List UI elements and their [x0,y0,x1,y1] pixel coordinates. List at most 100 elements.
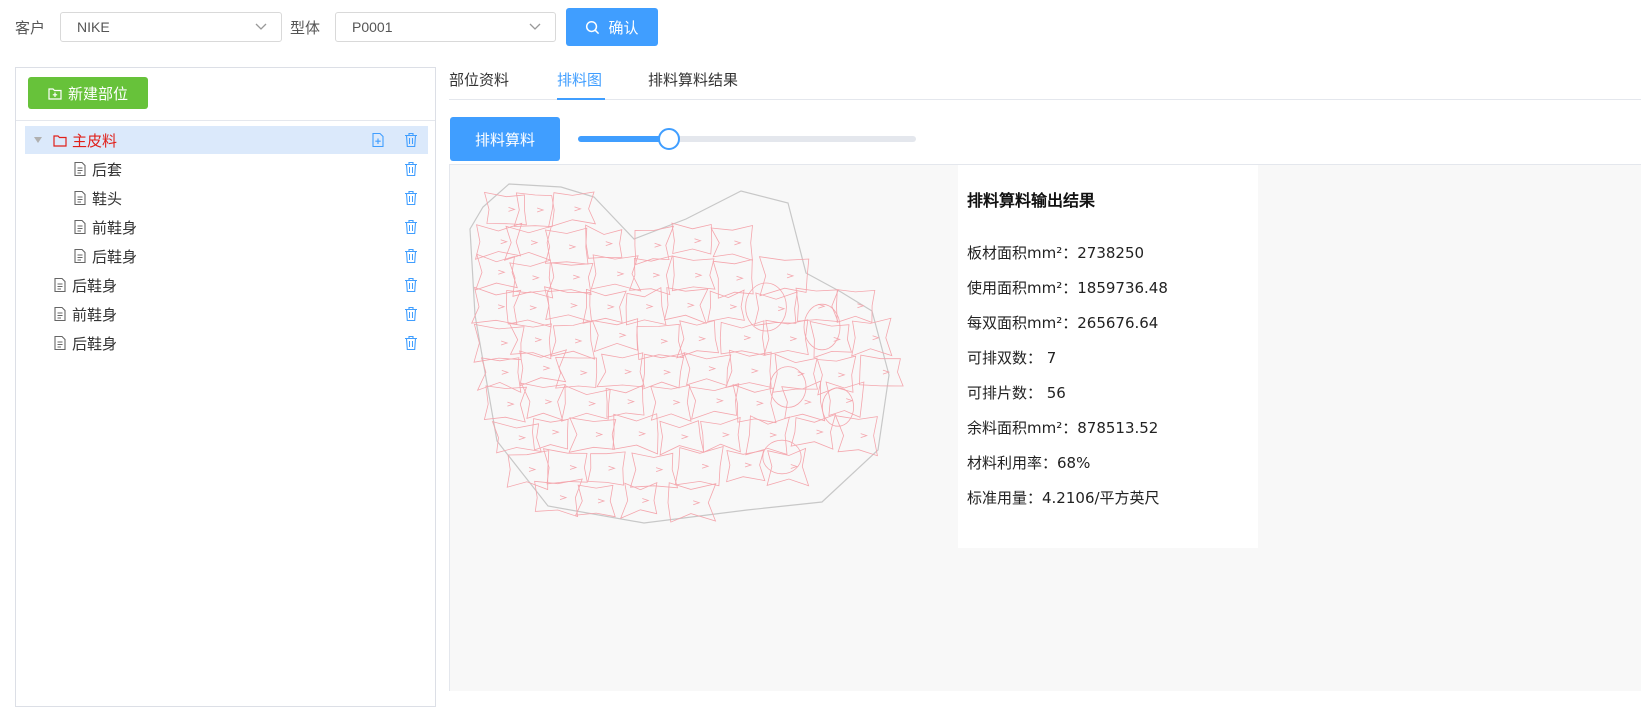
nesting-piece [674,445,724,487]
confirm-button-label: 确认 [608,18,639,37]
tab-calc-result[interactable]: 排料算料结果 [648,69,738,90]
delete-icon[interactable] [404,248,418,264]
delete-icon[interactable] [404,190,418,206]
delete-icon[interactable] [404,335,418,351]
tree-item-label: 主皮料 [72,132,118,150]
nesting-piece [605,384,645,418]
nesting-piece [859,354,904,387]
new-part-button[interactable]: 新建部位 [28,77,148,109]
piece-notch [744,462,753,468]
nesting-piece [483,191,527,226]
nesting-piece [762,439,802,475]
customer-select[interactable]: NIKE [60,12,282,42]
piece-notch [627,399,635,404]
piece-notch [573,274,581,280]
delete-icon[interactable] [404,277,418,293]
piece-notch [743,335,752,341]
result-line: 使用面积mm²：1859736.48 [967,279,1168,297]
piece-notch [698,336,707,342]
nesting-piece [667,482,717,523]
nesting-piece [725,349,772,389]
piece-notch [545,399,553,405]
piece-notch [722,432,730,438]
folder-add-icon [48,87,62,100]
delete-icon[interactable] [404,161,418,177]
tree-item[interactable]: 后鞋身 [25,329,428,357]
piece-notch [518,435,527,441]
nesting-piece [596,352,645,388]
piece-notch [529,305,538,311]
nesting-piece [825,381,865,418]
nesting-piece [663,287,709,324]
result-line: 每双面积mm²：265676.64 [967,314,1159,332]
customer-label: 客户 [15,19,46,37]
document-icon [54,335,66,351]
document-icon [74,161,86,177]
nesting-piece [688,383,740,420]
nesting-piece [732,383,777,424]
tree-item[interactable]: 主皮料 [25,126,428,154]
calc-layout-button[interactable]: 排料算料 [450,117,560,161]
delete-icon[interactable] [404,306,418,322]
chevron-down-icon [255,23,267,30]
piece-notch [605,241,614,246]
nesting-piece [763,319,809,356]
nesting-piece [475,253,518,291]
caret-down-icon[interactable] [33,135,43,145]
nesting-piece [745,415,790,456]
tree-item[interactable]: 后鞋身 [25,271,428,299]
nesting-piece [642,352,685,390]
piece-notch [498,269,506,275]
confirm-button[interactable]: 确认 [566,8,658,46]
piece-notch [736,275,744,281]
add-file-icon[interactable] [371,132,385,148]
tree-item[interactable]: 后套 [25,155,428,183]
tree-item[interactable]: 后鞋身 [25,242,428,270]
result-line: 标准用量：4.2106/平方英尺 [967,489,1160,507]
nesting-piece [790,413,836,450]
tree-item-label: 鞋头 [92,190,123,208]
nesting-piece [676,320,720,359]
piece-notch [751,368,759,374]
tree-item[interactable]: 前鞋身 [25,300,428,328]
nesting-piece [758,256,810,297]
calc-layout-button-label: 排料算料 [474,130,535,149]
nesting-layout-diagram [469,183,904,524]
piece-notch [574,338,583,344]
tree-item-label: 后鞋身 [92,248,138,266]
tree-item[interactable]: 鞋头 [25,184,428,212]
nesting-piece [587,451,626,486]
piece-notch [534,337,543,343]
piece-notch [663,369,672,375]
piece-notch [693,500,701,506]
piece-notch [568,244,577,250]
piece-notch [588,401,597,406]
nesting-piece [707,289,745,323]
piece-notch [734,240,742,246]
tree-item-label: 后鞋身 [72,277,118,295]
delete-icon[interactable] [404,132,418,148]
piece-notch [729,304,738,310]
delete-icon[interactable] [404,219,418,235]
nesting-piece [625,286,667,326]
nesting-piece [803,303,841,351]
model-select[interactable]: P0001 [335,12,556,42]
zoom-slider-thumb[interactable] [658,128,681,150]
result-line: 余料面积mm²：878513.52 [967,419,1159,437]
nesting-piece [544,227,589,265]
nesting-piece [683,352,732,387]
piece-notch [838,372,846,378]
model-select-value: P0001 [352,19,393,35]
tab-part-info[interactable]: 部位资料 [449,69,509,90]
tree-item[interactable]: 前鞋身 [25,213,428,241]
tab-layout-chart[interactable]: 排料图 [557,69,602,90]
piece-notch [532,275,540,281]
nesting-piece [834,415,878,457]
result-card: 排料算料输出结果 板材面积mm²：2738250 使用面积mm²：1859736.… [958,165,1258,548]
piece-notch [607,304,615,310]
piece-notch [816,429,824,435]
nesting-piece [513,192,555,228]
piece-notch [619,332,627,338]
piece-notch [570,303,578,308]
piece-notch [654,242,662,248]
